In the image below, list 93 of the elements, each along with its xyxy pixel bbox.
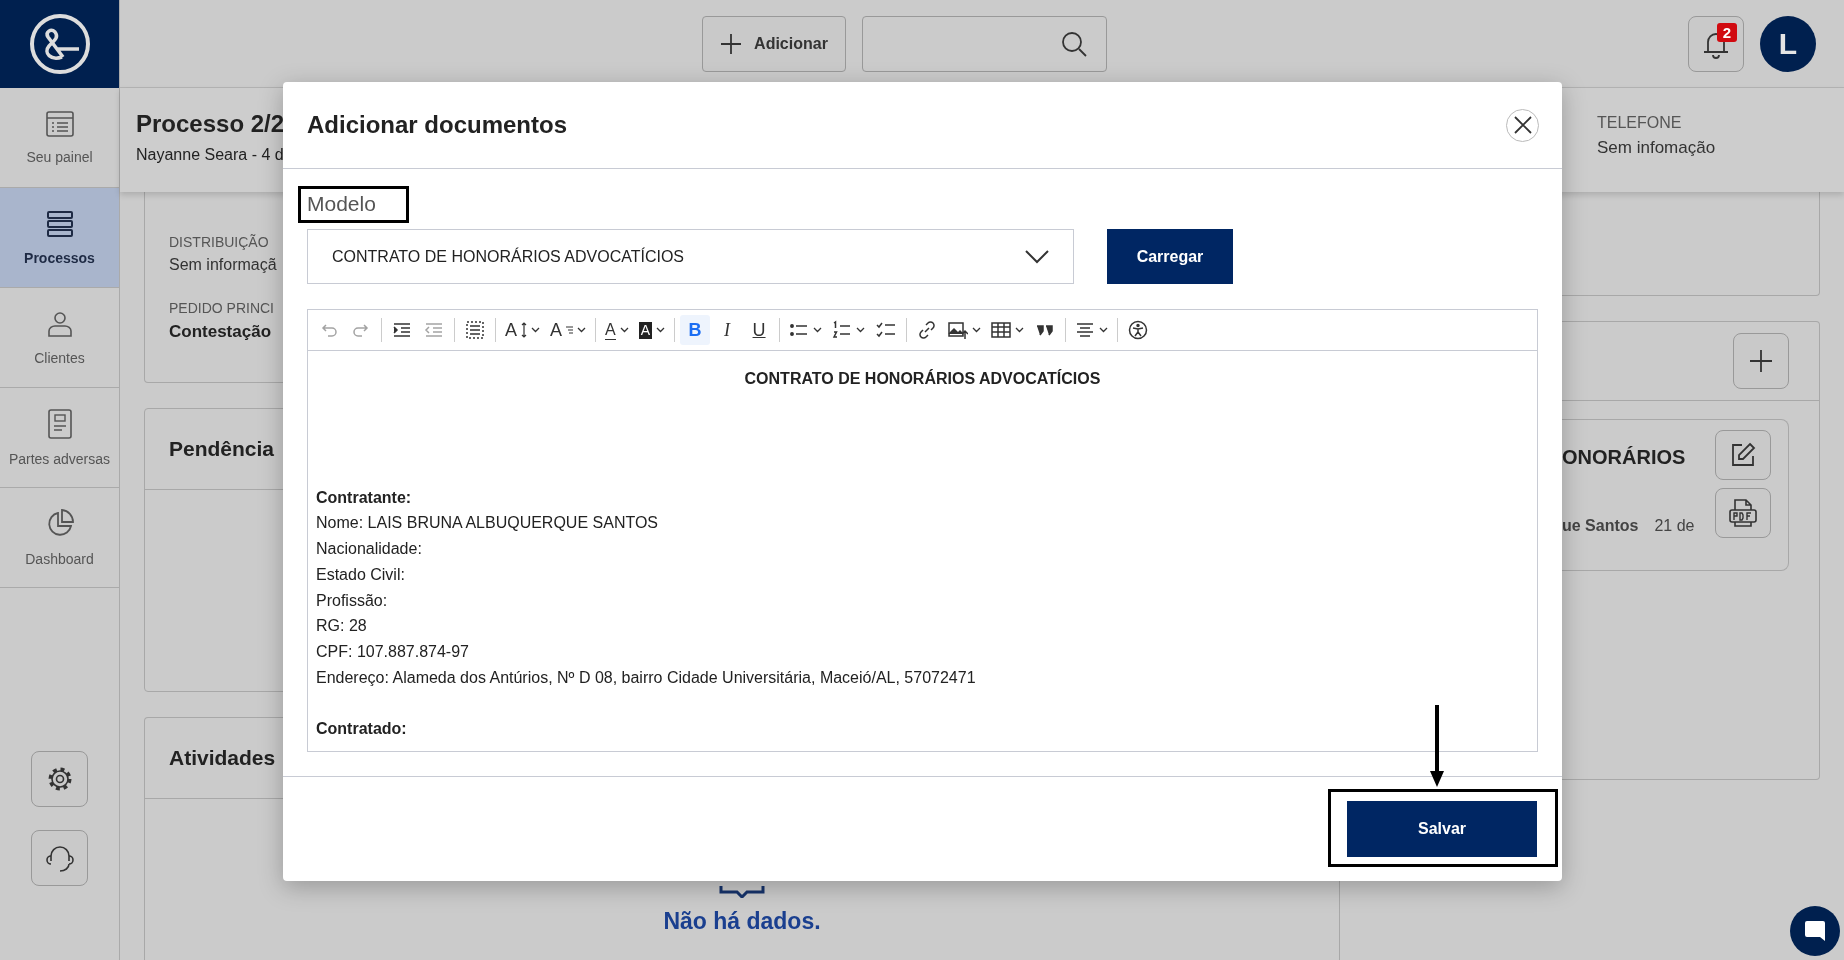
pdf-button[interactable] <box>1715 488 1771 538</box>
headset-icon <box>44 843 75 873</box>
sidebar-item[interactable]: Processos <box>0 188 119 288</box>
document-title: ONORÁRIOS <box>1562 446 1687 469</box>
caret-icon <box>1015 327 1025 333</box>
font-color-button[interactable]: A <box>601 315 633 345</box>
dialog-title: Adicionar documentos <box>307 111 568 139</box>
link-icon <box>917 320 938 340</box>
document-line: Endereço: Alameda dos Antúrios, Nº D 08, bairro Cidade Universitária, Maceió/AL, 57072471 <box>316 667 977 688</box>
field-value: Contestação <box>169 322 273 342</box>
notification-badge: 2 <box>1716 22 1737 42</box>
sidebar-item[interactable]: Dashboard <box>0 488 119 588</box>
caret-icon <box>1099 327 1109 333</box>
lines-icon <box>566 326 574 334</box>
caret-icon <box>856 327 866 333</box>
close-button[interactable] <box>1506 108 1539 142</box>
field-label: DISTRIBUIÇÃO <box>169 234 270 250</box>
field-value: Sem informaçã <box>169 256 277 274</box>
document-line: Estado Civil: <box>316 564 406 585</box>
table-icon <box>991 320 1012 340</box>
document-line: RG: 28 <box>316 616 368 637</box>
avatar[interactable]: L <box>1760 15 1816 72</box>
add-document-button[interactable] <box>1733 333 1789 389</box>
font-family-button[interactable]: A <box>546 315 591 345</box>
caret-icon <box>531 327 540 333</box>
document-line: Nome: LAIS BRUNA ALBUQUERQUE SANTOS <box>316 513 660 534</box>
card-title: Pendência <box>169 437 275 461</box>
section-label: Contratante: <box>316 487 413 508</box>
sidebar-item[interactable]: Clientes <box>0 288 119 388</box>
document-line: Profissão: <box>316 590 389 611</box>
sidebar-item-label: Dashboard <box>25 550 94 567</box>
process-subtitle: Nayanne Seara - 4 d <box>136 146 285 164</box>
select-all-icon <box>465 320 485 340</box>
close-icon <box>1513 116 1532 134</box>
model-select[interactable]: CONTRATO DE HONORÁRIOS ADVOCATÍCIOS <box>307 229 1074 284</box>
plus-icon <box>720 32 743 55</box>
document-author: ue Santos <box>1562 517 1639 535</box>
image-icon <box>948 320 969 340</box>
document-icon <box>47 408 72 439</box>
bold-button[interactable]: B <box>680 315 711 345</box>
document-date: 21 de <box>1654 517 1695 535</box>
caret-icon <box>577 327 587 333</box>
settings-button[interactable] <box>31 751 88 807</box>
vertical-arrow-icon <box>521 322 527 338</box>
pdf-file-icon <box>1729 498 1757 528</box>
chevron-down-icon <box>1025 249 1049 264</box>
section-label: Contratado: <box>316 719 408 740</box>
caret-icon <box>656 327 666 333</box>
notifications-button[interactable]: 2 <box>1688 15 1744 72</box>
field-label: Modelo <box>307 192 376 215</box>
chat-bubble-icon <box>1803 919 1827 943</box>
person-icon <box>45 309 74 338</box>
stack-icon <box>45 209 74 238</box>
chat-button[interactable] <box>1790 906 1840 956</box>
caret-icon <box>813 327 823 333</box>
sidebar-item[interactable]: Partes adversas <box>0 388 119 488</box>
accessibility-icon <box>1128 320 1149 340</box>
field-label: PEDIDO PRINCI <box>169 300 274 316</box>
load-button[interactable]: Carregar <box>1107 229 1233 284</box>
align-icon <box>1075 320 1096 340</box>
sidebar-item-label: Partes adversas <box>8 450 111 467</box>
search-field[interactable] <box>862 15 1107 72</box>
numbered-list-icon <box>832 320 853 340</box>
font-size-button[interactable]: A <box>501 315 544 345</box>
caret-icon <box>619 327 629 333</box>
add-button[interactable]: Adicionar <box>702 15 846 72</box>
plus-icon <box>1749 349 1773 373</box>
empty-icon <box>719 886 765 898</box>
highlight-button[interactable]: A <box>634 315 670 345</box>
edit-button[interactable] <box>1715 430 1771 480</box>
sidebar-item-label: Clientes <box>34 349 85 366</box>
todo-list-icon <box>876 320 897 340</box>
sidebar-item-label: Seu painel <box>26 148 93 165</box>
card-title: Atividades <box>169 746 276 770</box>
caret-icon <box>972 327 982 333</box>
underline-button[interactable]: U <box>744 315 775 345</box>
save-button[interactable]: Salvar <box>1347 801 1537 857</box>
process-title: Processo 2/2 <box>136 110 285 138</box>
italic-button[interactable]: I <box>712 315 743 345</box>
sidebar-item-label: Processos <box>24 249 95 266</box>
support-button[interactable] <box>31 830 88 886</box>
document-line: Nacionalidade: <box>316 539 423 560</box>
logo-icon <box>28 13 91 75</box>
document-heading: CONTRATO DE HONORÁRIOS ADVOCATÍCIOS <box>743 368 1102 389</box>
list-icon <box>45 110 74 137</box>
phone-value: Sem infomação <box>1597 138 1717 158</box>
outdent-icon <box>424 320 444 340</box>
empty-state-text: Não há dados. <box>663 908 821 935</box>
phone-label: TELEFONE <box>1597 114 1683 132</box>
indent-icon <box>392 320 412 340</box>
document-line: CPF: 107.887.874-97 <box>316 641 470 662</box>
edit-icon <box>1730 442 1756 468</box>
search-icon <box>1060 29 1088 58</box>
